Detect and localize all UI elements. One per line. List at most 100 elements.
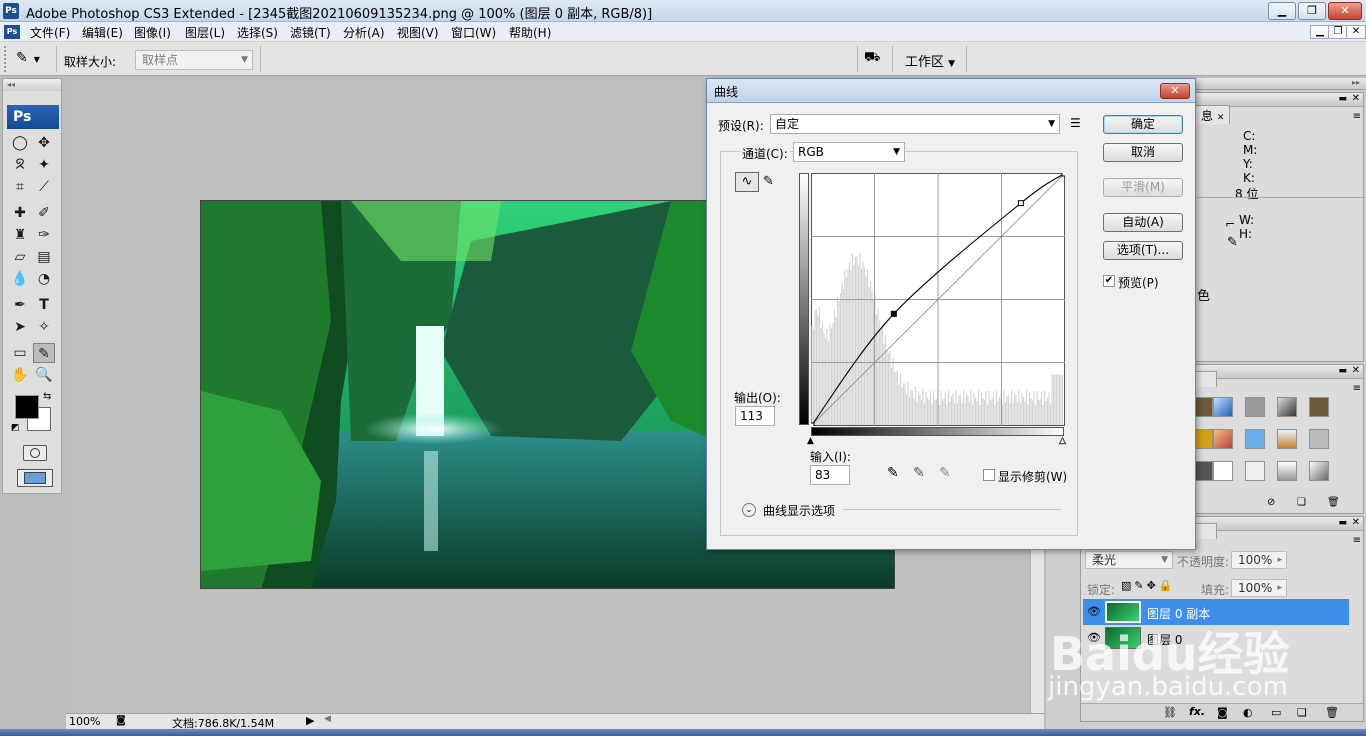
delete-layer-icon[interactable]: 🗑 <box>1325 706 1339 719</box>
close-button[interactable]: ✕ <box>1328 2 1362 20</box>
panel-menu-icon[interactable]: ≡ <box>1353 535 1361 546</box>
eyedropper-tool-preset-icon[interactable]: ✎ ▼ <box>16 50 52 70</box>
zoom-level[interactable]: 100% <box>69 715 100 728</box>
brush-tool-icon[interactable]: ✐ <box>33 203 55 223</box>
new-group-icon[interactable]: ▭ <box>1271 706 1281 719</box>
minimize-button[interactable]: ▁ <box>1268 2 1296 20</box>
auto-button[interactable]: 自动(A) <box>1103 213 1183 232</box>
marquee-tool-icon[interactable]: ◯ <box>9 133 31 153</box>
healing-brush-tool-icon[interactable]: ✚ <box>9 203 31 223</box>
menu-filter[interactable]: 滤镜(T) <box>290 24 331 41</box>
style-swatch[interactable] <box>1213 461 1233 481</box>
eye-icon[interactable]: 👁 <box>1087 605 1101 618</box>
gray-eyedropper-icon[interactable]: ✎ <box>913 465 925 481</box>
show-clipping-checkbox[interactable] <box>983 469 995 481</box>
workspace-menu[interactable]: 工作区 ▼ <box>905 51 955 70</box>
foreground-color-swatch-front[interactable] <box>15 395 39 419</box>
preset-dropdown[interactable]: 自定 ▼ <box>770 114 1060 134</box>
opacity-input[interactable]: 100% ▸ <box>1231 551 1287 569</box>
output-input[interactable]: 113 <box>735 406 775 426</box>
slice-tool-icon[interactable]: ⟋ <box>33 177 55 197</box>
eraser-tool-icon[interactable]: ▱ <box>9 247 31 267</box>
style-swatch[interactable] <box>1309 429 1329 449</box>
delete-style-icon[interactable]: 🗑 <box>1327 497 1340 508</box>
panel-minimize-icon[interactable]: ▬ <box>1338 366 1347 376</box>
options-grip[interactable] <box>4 46 10 72</box>
bridge-icon[interactable]: ⛟ <box>864 50 886 68</box>
restore-button[interactable]: ❐ <box>1298 2 1326 20</box>
expand-options-icon[interactable]: ⌄ <box>742 503 756 517</box>
status-menu-icon[interactable]: ◙ <box>116 715 126 726</box>
fill-input[interactable]: 100% ▸ <box>1231 579 1287 597</box>
dodge-tool-icon[interactable]: ◔ <box>33 269 55 289</box>
style-swatch[interactable] <box>1193 461 1213 481</box>
style-swatch[interactable] <box>1277 429 1297 449</box>
style-swatch[interactable] <box>1309 461 1329 481</box>
doc-minimize-button[interactable]: ▁ <box>1310 25 1330 39</box>
pencil-draw-icon[interactable]: ✎ <box>763 174 774 189</box>
menu-view[interactable]: 视图(V) <box>397 24 439 41</box>
preset-options-icon[interactable]: ☰ <box>1070 116 1081 130</box>
pen-tool-icon[interactable]: ✒ <box>9 295 31 315</box>
menu-image[interactable]: 图像(I) <box>134 24 171 41</box>
menu-select[interactable]: 选择(S) <box>237 24 278 41</box>
style-swatch[interactable] <box>1193 429 1213 449</box>
eyedropper-tool-icon[interactable]: ✎ <box>33 343 55 363</box>
move-tool-icon[interactable]: ✥ <box>33 133 55 153</box>
cancel-button[interactable]: 取消 <box>1103 143 1183 162</box>
status-arrow-icon[interactable]: ▶ <box>306 714 314 727</box>
adjustment-layer-icon[interactable]: ◐ <box>1243 706 1253 719</box>
curve-control-point[interactable] <box>1061 173 1065 177</box>
style-swatch[interactable] <box>1213 397 1233 417</box>
screen-mode-icon[interactable] <box>17 469 53 487</box>
curves-graph[interactable] <box>811 173 1065 426</box>
default-colors-icon[interactable]: ◩ <box>11 423 20 433</box>
input-input[interactable]: 83 <box>810 465 850 485</box>
blend-mode-dropdown[interactable]: 柔光 ▼ <box>1085 551 1173 569</box>
channel-dropdown[interactable]: RGB ▼ <box>793 142 905 162</box>
blur-tool-icon[interactable]: 💧 <box>9 269 31 289</box>
gradient-tool-icon[interactable]: ▤ <box>33 247 55 267</box>
lasso-tool-icon[interactable]: ᘝ <box>9 155 31 175</box>
history-brush-tool-icon[interactable]: ✑ <box>33 225 55 245</box>
panel-close-icon[interactable]: ✕ <box>1352 365 1360 376</box>
quick-mask-icon[interactable] <box>23 445 47 461</box>
style-swatch[interactable] <box>1245 397 1265 417</box>
notes-tool-icon[interactable]: ▭ <box>9 343 31 363</box>
link-layers-icon[interactable]: ⛓ <box>1163 706 1177 719</box>
curve-control-point[interactable] <box>890 310 897 317</box>
tab-info[interactable]: 息 ✕ <box>1195 105 1231 124</box>
style-swatch[interactable] <box>1193 397 1213 417</box>
menu-file[interactable]: 文件(F) <box>30 24 70 41</box>
shape-tool-icon[interactable]: ✧ <box>33 317 55 337</box>
menu-analysis[interactable]: 分析(A) <box>343 24 385 41</box>
curve-control-point[interactable] <box>811 422 815 426</box>
panel-menu-icon[interactable]: ≡ <box>1353 383 1361 394</box>
doc-restore-button[interactable]: ❐ <box>1328 25 1348 39</box>
options-button[interactable]: 选项(T)... <box>1103 241 1183 260</box>
display-options-label[interactable]: 曲线显示选项 <box>763 502 835 519</box>
scroll-left-icon[interactable]: ◀ <box>324 714 331 724</box>
panel-close-icon[interactable]: ✕ <box>1352 93 1360 104</box>
panel-minimize-icon[interactable]: ▬ <box>1338 94 1347 104</box>
white-eyedropper-icon[interactable]: ✎ <box>939 465 951 481</box>
type-tool-icon[interactable]: T <box>33 295 55 315</box>
tab-styles[interactable] <box>1193 371 1217 387</box>
smooth-button[interactable]: 平滑(M) <box>1103 178 1183 197</box>
close-icon[interactable]: ✕ <box>1217 113 1225 123</box>
style-swatch[interactable] <box>1245 429 1265 449</box>
menu-edit[interactable]: 编辑(E) <box>82 24 123 41</box>
preview-checkbox[interactable]: ✔ <box>1103 275 1115 287</box>
style-swatch[interactable] <box>1245 461 1265 481</box>
layer-mask-icon[interactable]: ◙ <box>1217 706 1228 719</box>
style-swatch[interactable] <box>1277 397 1297 417</box>
clone-stamp-tool-icon[interactable]: ♜ <box>9 225 31 245</box>
lock-icons[interactable]: ▧✎✥🔒 <box>1121 579 1176 592</box>
panel-menu-icon[interactable]: ≡ <box>1353 111 1361 122</box>
toolbox-grip[interactable]: ◂◂ <box>3 79 61 91</box>
style-swatch[interactable] <box>1309 397 1329 417</box>
black-point-slider-icon[interactable]: ▲ <box>807 436 814 446</box>
menu-window[interactable]: 窗口(W) <box>451 24 496 41</box>
zoom-tool-icon[interactable]: 🔍 <box>33 365 55 385</box>
sample-size-dropdown[interactable]: 取样点 ▼ <box>135 50 253 70</box>
